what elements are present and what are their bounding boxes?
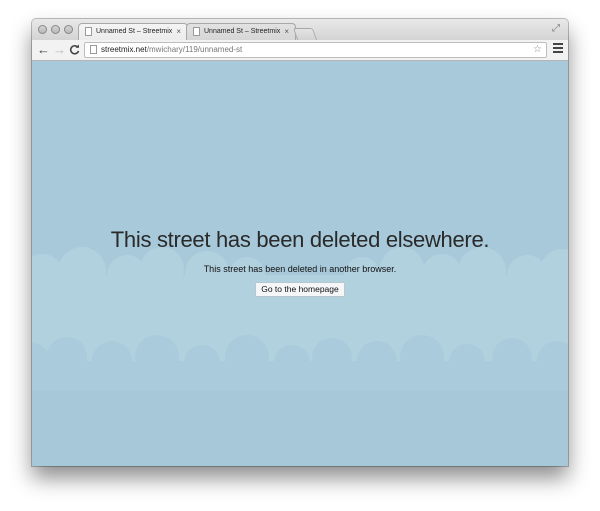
page-title: This street has been deleted elsewhere. bbox=[110, 227, 490, 252]
url-text: streetmix.net/mwichary/119/unnamed-st bbox=[101, 43, 242, 57]
forward-icon[interactable]: → bbox=[53, 42, 66, 58]
tab-close-icon[interactable]: × bbox=[284, 24, 289, 39]
tab-title: Unnamed St – Streetmix bbox=[96, 28, 173, 35]
url-path: /mwichary/119/unnamed-st bbox=[146, 45, 243, 54]
browser-window: Unnamed St – Streetmix × Unnamed St – St… bbox=[32, 19, 568, 466]
reload-icon-svg bbox=[69, 44, 80, 55]
tab-strip: Unnamed St – Streetmix × Unnamed St – St… bbox=[32, 19, 568, 40]
page-icon bbox=[90, 45, 97, 54]
bookmark-star-icon[interactable]: ☆ bbox=[533, 43, 542, 57]
reload-icon[interactable] bbox=[69, 42, 80, 59]
window-close-button[interactable] bbox=[38, 25, 47, 34]
address-bar[interactable]: streetmix.net/mwichary/119/unnamed-st ☆ bbox=[84, 42, 547, 58]
new-tab-button[interactable] bbox=[292, 28, 318, 40]
tab-title: Unnamed St – Streetmix bbox=[204, 28, 281, 35]
page-subtitle: This street has been deleted in another … bbox=[203, 264, 397, 274]
tab-close-icon[interactable]: × bbox=[176, 24, 181, 39]
menu-icon[interactable] bbox=[553, 43, 563, 55]
url-host: streetmix.net bbox=[101, 45, 147, 54]
tab-active[interactable]: Unnamed St – Streetmix × bbox=[78, 23, 188, 40]
back-icon[interactable]: ← bbox=[37, 42, 50, 58]
tab-inactive[interactable]: Unnamed St – Streetmix × bbox=[186, 23, 296, 40]
go-to-homepage-button[interactable]: Go to the homepage bbox=[255, 282, 345, 297]
page-icon bbox=[85, 27, 92, 36]
window-zoom-button[interactable] bbox=[64, 25, 73, 34]
page-icon bbox=[193, 27, 200, 36]
page-viewport: This street has been deleted elsewhere. … bbox=[32, 61, 568, 466]
window-minimize-button[interactable] bbox=[51, 25, 60, 34]
fullscreen-icon[interactable]: ⤢ bbox=[552, 23, 560, 34]
browser-toolbar: ← → streetmix.net/mwichary/119/unnamed-s… bbox=[32, 40, 568, 61]
